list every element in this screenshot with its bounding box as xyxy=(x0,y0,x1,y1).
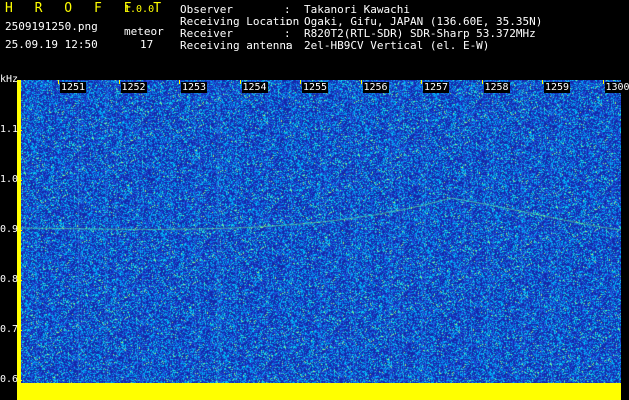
y-tick xyxy=(18,180,22,181)
spectrogram-canvas xyxy=(21,80,621,400)
y-tick xyxy=(18,330,22,331)
x-tick-label: 1300 xyxy=(604,82,629,93)
y-tick-label: 1.1 xyxy=(0,124,19,135)
y-tick-label: 0.9 xyxy=(0,224,19,235)
y-tick-label: 0.6 xyxy=(0,374,19,385)
y-tick-label: 0.8 xyxy=(0,274,19,285)
hroft-spectrogram-screen: H R O F F T 1.0.0 2509191250.png meteor … xyxy=(0,0,629,400)
file-name: 2509191250.png xyxy=(5,20,98,33)
x-tick-label: 1254 xyxy=(241,82,268,93)
x-tick xyxy=(602,80,604,84)
y-tick xyxy=(18,130,22,131)
app-version: 1.0.0 xyxy=(124,4,155,15)
x-tick-label: 1255 xyxy=(302,82,329,93)
y-tick-label: 1.0 xyxy=(0,174,19,185)
x-tick xyxy=(179,80,180,84)
right-margin xyxy=(621,80,629,400)
x-tick xyxy=(542,80,543,84)
info-value-antenna: 2el-HB9CV Vertical (el. E-W) xyxy=(304,39,490,52)
x-tick xyxy=(239,80,241,84)
y-tick xyxy=(18,280,22,281)
meteor-label: meteor xyxy=(124,25,164,38)
y-tick-label: 0.7 xyxy=(0,324,19,335)
y-axis-unit: kHz xyxy=(0,74,19,85)
x-tick xyxy=(481,80,483,84)
x-tick-label: 1257 xyxy=(423,82,450,93)
y-tick xyxy=(18,380,22,381)
x-tick-label: 1256 xyxy=(362,82,389,93)
x-tick xyxy=(118,80,120,84)
x-tick-label: 1253 xyxy=(181,82,208,93)
info-colon: : xyxy=(284,39,291,52)
x-tick xyxy=(421,80,422,84)
x-tick-label: 1251 xyxy=(60,82,87,93)
capture-datetime: 25.09.19 12:50 xyxy=(5,38,98,51)
meteor-count: 17 xyxy=(140,38,154,51)
x-tick-label: 1258 xyxy=(483,82,510,93)
x-tick xyxy=(58,80,59,84)
x-tick xyxy=(300,80,301,84)
signal-baseline xyxy=(21,383,621,400)
x-tick-label: 1252 xyxy=(120,82,147,93)
x-tick-label: 1259 xyxy=(544,82,571,93)
x-tick xyxy=(360,80,362,84)
info-key-antenna: Receiving antenna xyxy=(180,39,293,52)
spectrogram-plot xyxy=(21,80,621,400)
y-tick xyxy=(18,230,22,231)
